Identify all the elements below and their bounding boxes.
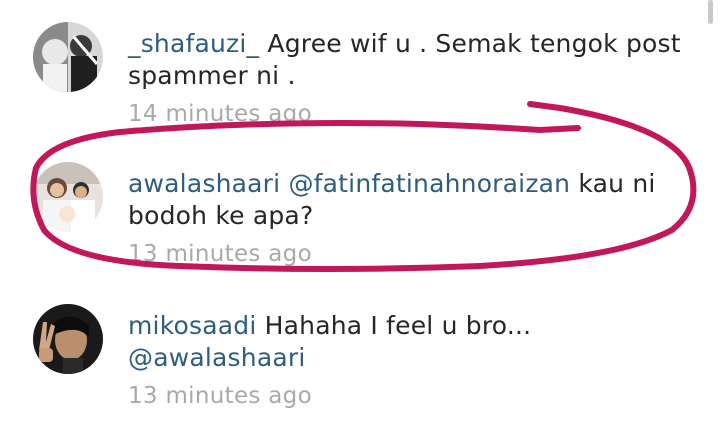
user-avatar-family-photo-icon — [33, 162, 103, 232]
comment-mention[interactable]: @fatinfatinahnoraizan — [288, 169, 570, 198]
comment-mention[interactable]: @awalashaari — [128, 343, 306, 372]
comment-username[interactable]: _shafauzi_ — [128, 29, 259, 58]
user-avatar-bw-photo-icon — [33, 22, 103, 92]
comment-message: Hahaha I feel u bro... — [264, 311, 532, 340]
comment-username[interactable]: awalashaari — [128, 169, 280, 198]
comment-text: awalashaari @fatinfatinahnoraizan kau ni… — [128, 168, 688, 232]
comment-text: mikosaadi Hahaha I feel u bro... @awalas… — [128, 310, 688, 374]
comment-timestamp: 14 minutes ago — [128, 101, 312, 127]
comment-item: _shafauzi_ Agree wif u . Semak tengok po… — [0, 0, 718, 140]
comment-timestamp: 13 minutes ago — [128, 383, 312, 409]
user-avatar-awalashaari[interactable] — [33, 162, 103, 232]
comment-item: awalashaari @fatinfatinahnoraizan kau ni… — [0, 140, 718, 280]
user-avatar-peace-sign-photo-icon — [33, 304, 103, 374]
user-avatar-shafauzi[interactable] — [33, 22, 103, 92]
comment-item: mikosaadi Hahaha I feel u bro... @awalas… — [0, 280, 718, 427]
comment-timestamp: 13 minutes ago — [128, 241, 312, 267]
comment-username[interactable]: mikosaadi — [128, 311, 256, 340]
comment-text: _shafauzi_ Agree wif u . Semak tengok po… — [128, 28, 688, 92]
user-avatar-mikosaadi[interactable] — [33, 304, 103, 374]
